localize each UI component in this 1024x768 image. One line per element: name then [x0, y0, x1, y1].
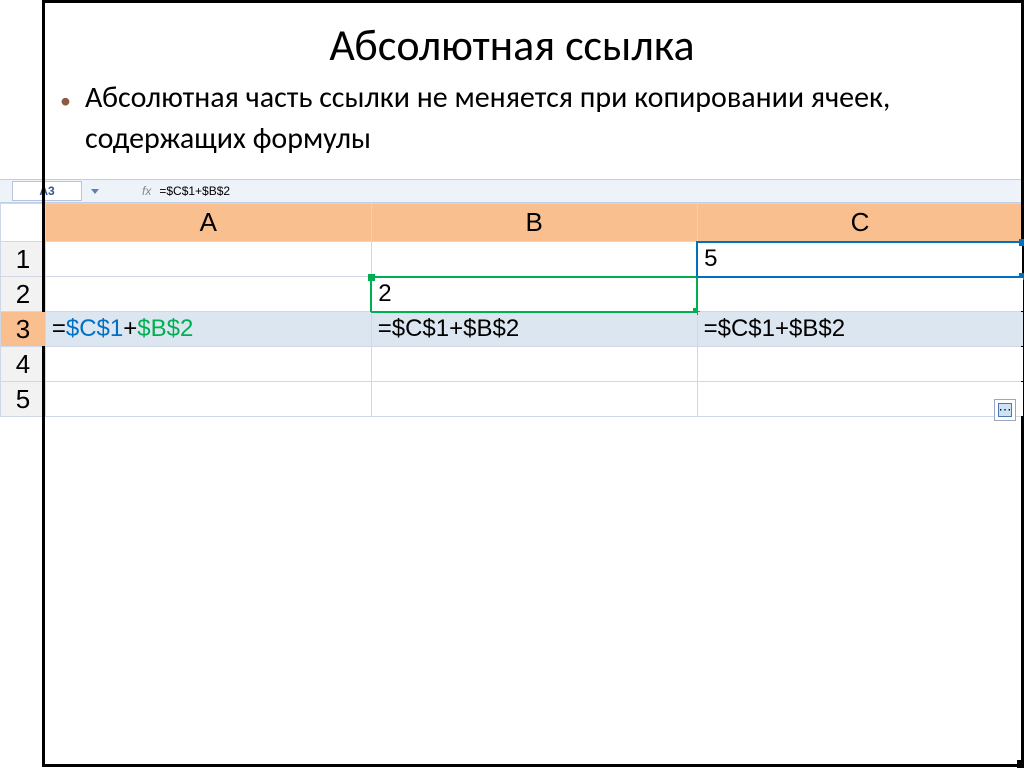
row-header-5[interactable]: 5 [1, 382, 46, 417]
cell-a4[interactable] [45, 347, 371, 382]
formula-bar-text[interactable]: =$C$1+$B$2 [159, 184, 230, 198]
bullet-item: • Абсолютная часть ссылки не меняется пр… [60, 78, 984, 159]
formula-bar: A3 fx =$C$1+$B$2 [0, 179, 1024, 203]
cell-c2[interactable] [697, 277, 1023, 312]
row-header-3[interactable]: 3 [1, 312, 46, 347]
column-header-a[interactable]: A [45, 204, 371, 242]
row-header-4[interactable]: 4 [1, 347, 46, 382]
cell-a2[interactable] [45, 277, 371, 312]
paste-options-icon: ⋯ [998, 403, 1012, 417]
column-header-c[interactable]: C [697, 204, 1023, 242]
column-header-b[interactable]: B [371, 204, 697, 242]
cell-b2-value: 2 [378, 280, 391, 307]
formula-eq: = [52, 315, 66, 342]
formula-ref-b2: $B$2 [137, 315, 193, 342]
cell-a1[interactable] [45, 242, 371, 277]
grid: A B C 1 5 2 2 3 = [0, 203, 1024, 417]
name-box-dropdown[interactable] [88, 181, 102, 201]
cell-c3[interactable]: =$C$1+$B$2 [697, 312, 1023, 347]
bullet-dot-icon: • [60, 86, 71, 116]
cell-b1[interactable] [371, 242, 697, 277]
name-box[interactable]: A3 [12, 181, 82, 201]
cell-c4[interactable] [697, 347, 1023, 382]
cell-a5[interactable] [45, 382, 371, 417]
range-handle-icon [368, 274, 375, 281]
cell-b4[interactable] [371, 347, 697, 382]
smart-tag-button[interactable]: ⋯ [994, 399, 1016, 421]
cell-a3[interactable]: =$C$1+$B$2 [45, 312, 371, 347]
slide-title: Абсолютная ссылка [0, 0, 1024, 78]
cell-b3[interactable]: =$C$1+$B$2 [371, 312, 697, 347]
range-handle-icon [1019, 239, 1024, 246]
formula-plus: + [123, 315, 137, 342]
bullet-list: • Абсолютная часть ссылки не меняется пр… [0, 78, 1024, 159]
cell-c1-value: 5 [704, 245, 717, 272]
cell-b5[interactable] [371, 382, 697, 417]
spreadsheet-screenshot: A3 fx =$C$1+$B$2 A B C 1 5 2 [0, 179, 1024, 417]
row-header-2[interactable]: 2 [1, 277, 46, 312]
formula-ref-c1: $C$1 [66, 315, 123, 342]
cell-c1[interactable]: 5 [697, 242, 1023, 277]
select-all-corner[interactable] [1, 204, 46, 242]
row-header-1[interactable]: 1 [1, 242, 46, 277]
cell-b2[interactable]: 2 [371, 277, 697, 312]
cell-c5[interactable] [697, 382, 1023, 417]
chevron-down-icon [91, 189, 99, 194]
bullet-text: Абсолютная часть ссылки не меняется при … [85, 78, 984, 159]
fx-icon[interactable]: fx [142, 184, 151, 198]
